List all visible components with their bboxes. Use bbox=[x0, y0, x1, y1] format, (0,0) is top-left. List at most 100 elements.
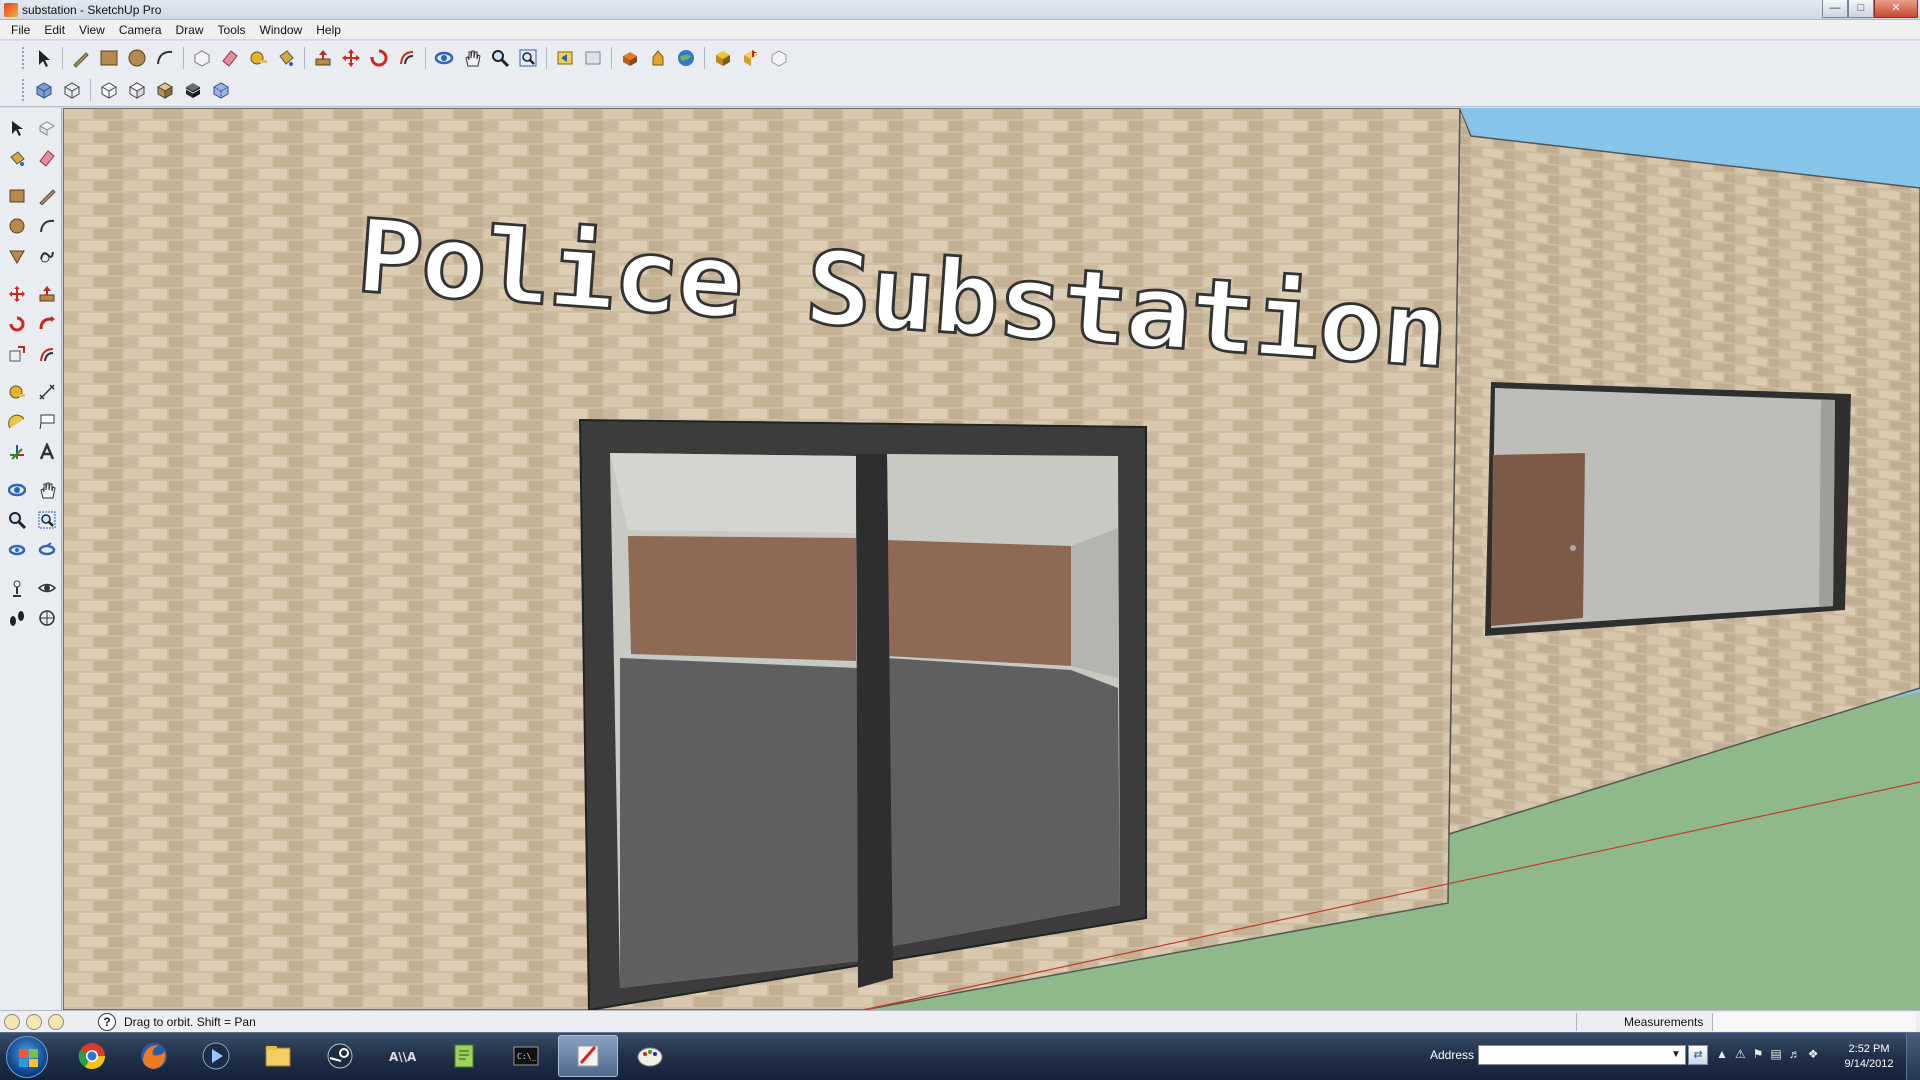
get-models-icon[interactable] bbox=[616, 44, 644, 72]
cmd-icon[interactable]: C:\_ bbox=[496, 1035, 556, 1077]
eraser-icon[interactable] bbox=[32, 144, 62, 172]
arc-icon[interactable] bbox=[151, 44, 179, 72]
previous-view-icon[interactable] bbox=[551, 44, 579, 72]
text-icon[interactable] bbox=[32, 408, 62, 436]
maximize-button[interactable]: □ bbox=[1848, 0, 1874, 18]
offset-icon[interactable] bbox=[32, 340, 62, 368]
protractor-icon[interactable] bbox=[2, 408, 32, 436]
model-viewport[interactable]: Police Substation bbox=[63, 108, 1920, 1010]
tape-measure-icon[interactable] bbox=[244, 44, 272, 72]
wireframe-icon[interactable] bbox=[58, 76, 86, 104]
network-icon[interactable]: ▤ bbox=[1770, 1047, 1781, 1061]
close-button[interactable]: ✕ bbox=[1874, 0, 1918, 18]
back-edges-icon[interactable] bbox=[207, 76, 235, 104]
toolbar-grip[interactable] bbox=[22, 79, 26, 101]
menu-help[interactable]: Help bbox=[309, 20, 348, 40]
orbit-icon[interactable] bbox=[430, 44, 458, 72]
shaded-texture-icon[interactable] bbox=[151, 76, 179, 104]
make-component-icon[interactable] bbox=[32, 114, 62, 142]
paint-icon[interactable] bbox=[620, 1035, 680, 1077]
menu-camera[interactable]: Camera bbox=[112, 20, 169, 40]
zoom-extents-icon[interactable] bbox=[32, 536, 62, 564]
minimize-button[interactable]: — bbox=[1822, 0, 1848, 18]
rectangle-icon[interactable] bbox=[95, 44, 123, 72]
flag-icon[interactable]: ⚑ bbox=[1753, 1047, 1764, 1061]
menu-draw[interactable]: Draw bbox=[169, 20, 211, 40]
user-account-icon[interactable] bbox=[48, 1014, 64, 1030]
eraser-icon[interactable] bbox=[216, 44, 244, 72]
menu-view[interactable]: View bbox=[72, 20, 112, 40]
zoom-window-icon[interactable] bbox=[32, 506, 62, 534]
3d-text-icon[interactable] bbox=[32, 438, 62, 466]
dropbox-icon[interactable]: ❖ bbox=[1808, 1047, 1819, 1061]
move-icon[interactable] bbox=[337, 44, 365, 72]
select-icon[interactable] bbox=[30, 44, 58, 72]
get-components-icon[interactable] bbox=[709, 44, 737, 72]
firefox-icon[interactable] bbox=[124, 1035, 184, 1077]
monochrome-icon[interactable] bbox=[179, 76, 207, 104]
address-go-button[interactable]: ⇄ bbox=[1688, 1045, 1708, 1065]
start-button[interactable] bbox=[6, 1036, 48, 1078]
offset-icon[interactable] bbox=[393, 44, 421, 72]
freehand-icon[interactable] bbox=[32, 242, 62, 270]
move-icon[interactable] bbox=[2, 280, 32, 308]
section-plane-icon[interactable] bbox=[32, 604, 62, 632]
polygon-icon[interactable] bbox=[2, 242, 32, 270]
show-desktop-button[interactable] bbox=[1906, 1033, 1920, 1080]
push-pull-icon[interactable] bbox=[309, 44, 337, 72]
circle-icon[interactable] bbox=[123, 44, 151, 72]
address-input[interactable] bbox=[1478, 1045, 1686, 1065]
scale-icon[interactable] bbox=[2, 340, 32, 368]
tray-expand-icon[interactable]: ▲ bbox=[1716, 1047, 1728, 1061]
walk-icon[interactable] bbox=[2, 604, 32, 632]
volume-icon[interactable]: ♬ bbox=[1789, 1047, 1801, 1061]
xray-icon[interactable] bbox=[30, 76, 58, 104]
extension-icon[interactable] bbox=[765, 44, 793, 72]
google-earth-icon[interactable] bbox=[672, 44, 700, 72]
hidden-line-icon[interactable] bbox=[95, 76, 123, 104]
rotate-icon[interactable] bbox=[2, 310, 32, 338]
rectangle-icon[interactable] bbox=[2, 182, 32, 210]
chevron-down-icon[interactable]: ▼ bbox=[1668, 1046, 1684, 1064]
pencil-icon[interactable] bbox=[67, 44, 95, 72]
zoom-icon[interactable] bbox=[486, 44, 514, 72]
tape-measure-icon[interactable] bbox=[2, 378, 32, 406]
menu-edit[interactable]: Edit bbox=[37, 20, 72, 40]
line-icon[interactable] bbox=[32, 182, 62, 210]
axes-icon[interactable] bbox=[2, 438, 32, 466]
make-component-icon[interactable] bbox=[188, 44, 216, 72]
clock[interactable]: 2:52 PM 9/14/2012 bbox=[1838, 1042, 1900, 1072]
menu-tools[interactable]: Tools bbox=[211, 20, 253, 40]
look-around-icon[interactable] bbox=[32, 574, 62, 602]
arc-icon[interactable] bbox=[32, 212, 62, 240]
paint-bucket-icon[interactable] bbox=[2, 144, 32, 172]
push-pull-icon[interactable] bbox=[32, 280, 62, 308]
select-icon[interactable] bbox=[2, 114, 32, 142]
menu-file[interactable]: File bbox=[4, 20, 37, 40]
media-player-icon[interactable] bbox=[186, 1035, 246, 1077]
sketchup-icon[interactable] bbox=[558, 1035, 618, 1077]
share-model-icon[interactable] bbox=[644, 44, 672, 72]
menu-window[interactable]: Window bbox=[253, 20, 310, 40]
steam-icon[interactable] bbox=[310, 1035, 370, 1077]
measurements-input[interactable] bbox=[1712, 1013, 1916, 1031]
toolbar-grip[interactable] bbox=[22, 47, 26, 69]
explorer-icon[interactable] bbox=[248, 1035, 308, 1077]
dimension-icon[interactable] bbox=[32, 378, 62, 406]
rotate-icon[interactable] bbox=[365, 44, 393, 72]
orbit-icon[interactable] bbox=[2, 476, 32, 504]
pan-icon[interactable] bbox=[458, 44, 486, 72]
zoom-icon[interactable] bbox=[2, 506, 32, 534]
chrome-icon[interactable] bbox=[62, 1035, 122, 1077]
arma-icon[interactable]: A\\A bbox=[372, 1035, 432, 1077]
pan-icon[interactable] bbox=[32, 476, 62, 504]
previous-icon[interactable] bbox=[2, 536, 32, 564]
geo-location-icon[interactable] bbox=[4, 1014, 20, 1030]
notepad-icon[interactable] bbox=[434, 1035, 494, 1077]
share-component-icon[interactable] bbox=[737, 44, 765, 72]
follow-me-icon[interactable] bbox=[32, 310, 62, 338]
help-icon[interactable]: ? bbox=[98, 1013, 116, 1031]
shaded-icon[interactable] bbox=[123, 76, 151, 104]
next-view-icon[interactable] bbox=[579, 44, 607, 72]
circle-icon[interactable] bbox=[2, 212, 32, 240]
